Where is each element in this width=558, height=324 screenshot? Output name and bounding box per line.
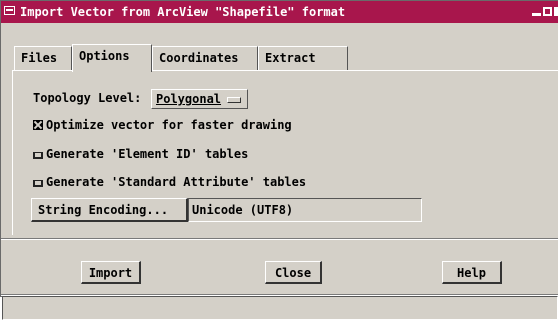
minimize-icon[interactable] <box>532 7 541 16</box>
standard-attribute-checkbox-label: Generate 'Standard Attribute' tables <box>46 175 307 189</box>
import-button[interactable]: Import <box>81 261 141 284</box>
topology-label: Topology Level: <box>33 91 142 105</box>
title-bar[interactable]: Import Vector from ArcView "Shapefile" f… <box>1 1 558 23</box>
string-encoding-field[interactable]: Unicode (UTF8) <box>188 198 422 222</box>
window-title: Import Vector from ArcView "Shapefile" f… <box>20 5 346 19</box>
topology-level-select[interactable]: Polygonal <box>151 89 249 109</box>
topology-row: Topology Level: Polygonal <box>33 89 249 109</box>
close-button[interactable]: Close <box>265 261 322 284</box>
checked-box-icon[interactable] <box>33 120 43 130</box>
tab-options[interactable]: Options <box>72 44 152 72</box>
topology-level-value: Polygonal <box>156 92 222 106</box>
tab-extract[interactable]: Extract <box>258 46 348 70</box>
optimize-checkbox-row[interactable]: Optimize vector for faster drawing <box>33 118 292 132</box>
tab-coordinates[interactable]: Coordinates <box>152 46 258 70</box>
help-button[interactable]: Help <box>442 261 502 284</box>
divider <box>1 238 558 240</box>
unchecked-box-icon[interactable] <box>33 152 43 159</box>
element-id-checkbox-row[interactable]: Generate 'Element ID' tables <box>33 147 248 161</box>
element-id-checkbox-label: Generate 'Element ID' tables <box>46 147 249 161</box>
import-vector-dialog: Import Vector from ArcView "Shapefile" f… <box>0 0 558 297</box>
system-menu-icon[interactable] <box>4 6 15 15</box>
close-icon[interactable] <box>554 7 558 16</box>
optimize-checkbox-label: Optimize vector for faster drawing <box>46 118 292 132</box>
standard-attribute-checkbox-row[interactable]: Generate 'Standard Attribute' tables <box>33 175 306 189</box>
string-encoding-button[interactable]: String Encoding... <box>31 198 188 222</box>
maximize-icon[interactable] <box>543 7 552 16</box>
tab-files[interactable]: Files <box>14 46 72 70</box>
status-bar <box>2 296 558 320</box>
option-menu-indicator-icon <box>227 96 242 103</box>
unchecked-box-icon[interactable] <box>33 180 43 187</box>
